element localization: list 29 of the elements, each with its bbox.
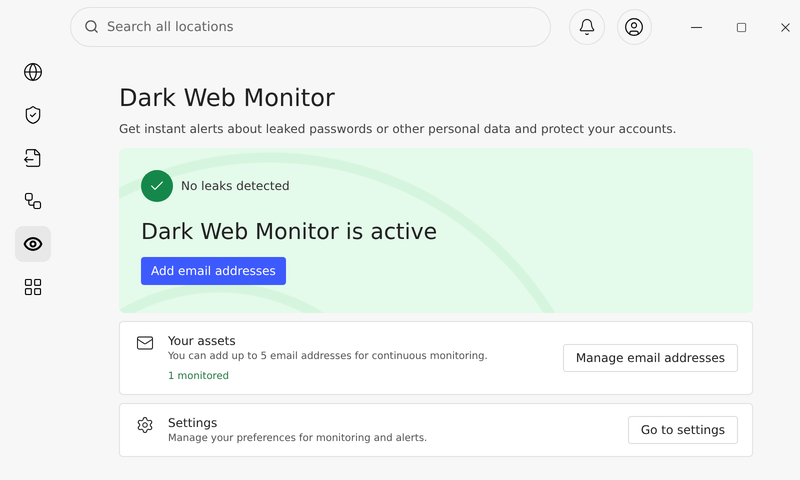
- bell-icon: [578, 18, 596, 36]
- envelope-icon: [136, 334, 154, 352]
- monitored-count: 1 monitored: [168, 371, 230, 382]
- account-button[interactable]: [616, 9, 652, 45]
- user-icon: [624, 17, 644, 37]
- maximize-icon: [736, 22, 748, 32]
- sidebar-item[interactable]: [15, 226, 51, 262]
- nodes-icon: [23, 191, 43, 211]
- card-action-button[interactable]: Go to settings: [628, 416, 738, 444]
- page-subtitle: Get instant alerts about leaked passwords or other personal data and protect your accounts.: [119, 122, 678, 136]
- page-title: Dark Web Monitor: [119, 84, 336, 112]
- minimize-icon: [691, 26, 702, 28]
- search-icon: [84, 19, 99, 34]
- add-email-button[interactable]: Add email addresses: [141, 257, 286, 285]
- settings-icon: [136, 416, 154, 434]
- globe-icon: [23, 62, 43, 82]
- document-export-icon: [23, 148, 43, 168]
- search-field[interactable]: Search all locations: [70, 7, 552, 47]
- card-description: Manage your preferences for monitoring and alerts.: [168, 433, 428, 444]
- card-description: You can add up to 5 email addresses for continuous monitoring.: [168, 351, 489, 362]
- shield-icon: [23, 105, 43, 125]
- card-title: Your assets: [168, 334, 237, 348]
- card-action-button[interactable]: Manage email addresses: [562, 344, 738, 372]
- eye-icon: [23, 234, 43, 254]
- notifications-button[interactable]: [569, 9, 605, 45]
- grid-icon: [23, 277, 43, 297]
- card-title: Settings: [168, 416, 218, 430]
- status-text: No leaks detected: [181, 179, 290, 193]
- status-heading: Dark Web Monitor is active: [141, 220, 438, 245]
